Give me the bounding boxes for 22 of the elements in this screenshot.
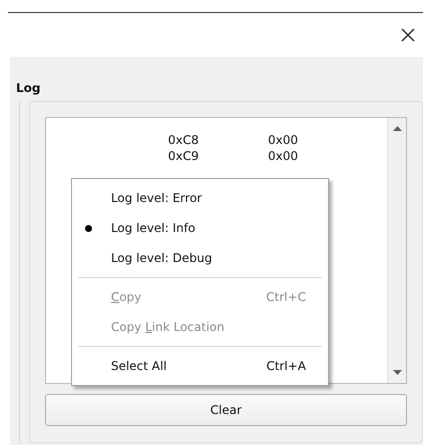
menu-item[interactable]: Log level: Debug bbox=[72, 243, 328, 273]
menu-item-label: Log level: Info bbox=[110, 220, 196, 237]
menu-item-label: Select All bbox=[110, 358, 168, 375]
shortcut-label: Ctrl+C bbox=[266, 289, 306, 306]
menu-item[interactable]: Select All Ctrl+A bbox=[72, 351, 328, 381]
menu-item-label: Log level: Error bbox=[110, 190, 203, 207]
value-cell: 0x00 bbox=[268, 148, 298, 164]
address-cell-text: 0xC8 bbox=[168, 132, 200, 148]
scroll-up-icon[interactable] bbox=[392, 126, 402, 131]
menu-item-label: Copy Link Location bbox=[110, 319, 226, 336]
close-icon[interactable] bbox=[401, 28, 415, 42]
menu-item[interactable]: Log level: Info bbox=[72, 213, 328, 243]
menu-item-label: Log level: Debug bbox=[110, 250, 214, 267]
panel-title: Log bbox=[15, 80, 40, 97]
clear-button[interactable]: Clear bbox=[44, 394, 407, 426]
shortcut-label: Ctrl+A bbox=[266, 358, 306, 375]
menu-item[interactable]: Log level: Error bbox=[72, 183, 328, 213]
scroll-down-icon[interactable] bbox=[392, 370, 402, 375]
scrollbar[interactable] bbox=[387, 118, 406, 383]
address-cell-text: 0xC9 bbox=[168, 148, 200, 164]
value-cell: 0x00 bbox=[268, 132, 298, 148]
menu-item-label: Copy bbox=[110, 289, 142, 306]
